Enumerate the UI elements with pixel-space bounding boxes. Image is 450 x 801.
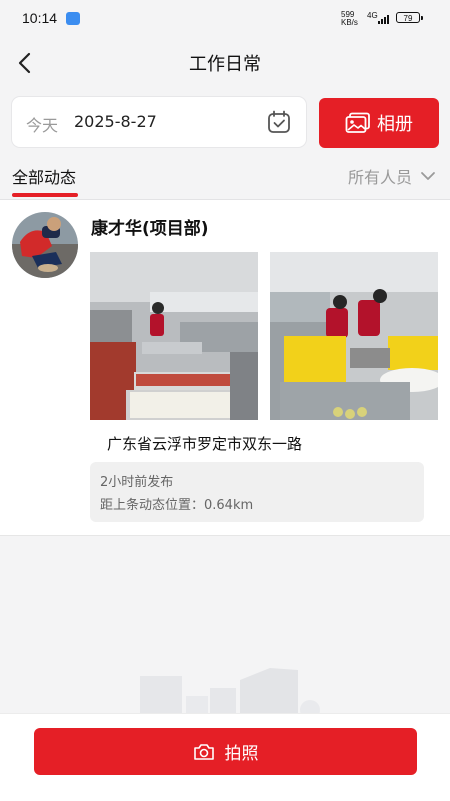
avatar[interactable] bbox=[12, 212, 78, 278]
people-filter-dropdown[interactable]: 所有人员 bbox=[348, 164, 436, 188]
post-author: 康才华(项目部) bbox=[91, 219, 209, 239]
network-type: 4G bbox=[367, 11, 378, 20]
post-distance: 距上条动态位置：0.64km bbox=[100, 498, 254, 513]
empty-state-illustration bbox=[140, 668, 320, 720]
take-photo-button[interactable]: 拍照 bbox=[34, 728, 417, 775]
top-navigation: 工作日常 bbox=[0, 36, 450, 88]
take-photo-label: 拍照 bbox=[224, 744, 259, 764]
post-photo[interactable] bbox=[270, 252, 438, 420]
album-button-label: 相册 bbox=[377, 114, 413, 135]
calendar-check-icon[interactable] bbox=[266, 109, 292, 135]
status-bar: 10:14 599 KB/s 4G 79 bbox=[0, 0, 450, 36]
feed-item: 康才华(项目部) 广东省云浮市罗定市双东一路 2小时前发布 距上条动态位置：0.… bbox=[0, 200, 450, 536]
app-notification-icon bbox=[66, 12, 80, 25]
signal-icon bbox=[378, 15, 389, 24]
status-time: 10:14 bbox=[22, 10, 58, 26]
album-button[interactable]: 相册 bbox=[319, 98, 439, 148]
date-picker[interactable]: 今天 2025-8-27 bbox=[12, 97, 306, 147]
post-location: 广东省云浮市罗定市双东一路 bbox=[107, 435, 303, 453]
post-photo[interactable] bbox=[90, 252, 258, 420]
page-title: 工作日常 bbox=[189, 54, 261, 75]
feed-tabs: 全部动态 所有人员 bbox=[0, 152, 450, 200]
post-meta: 2小时前发布 距上条动态位置：0.64km bbox=[90, 462, 424, 522]
network-speed: 599 KB/s bbox=[341, 10, 358, 27]
post-time: 2小时前发布 bbox=[100, 475, 174, 490]
active-tab-indicator bbox=[12, 193, 78, 197]
people-filter-label: 所有人员 bbox=[347, 168, 412, 187]
album-icon bbox=[345, 112, 370, 133]
camera-icon bbox=[193, 743, 214, 760]
tab-all-activity[interactable]: 全部动态 bbox=[12, 164, 76, 188]
bottom-action-bar: 拍照 bbox=[0, 713, 450, 801]
battery-icon: 79 bbox=[396, 12, 423, 23]
chevron-down-icon bbox=[421, 172, 435, 180]
date-label: 今天 bbox=[26, 116, 59, 135]
date-value: 2025-8-27 bbox=[74, 112, 157, 131]
